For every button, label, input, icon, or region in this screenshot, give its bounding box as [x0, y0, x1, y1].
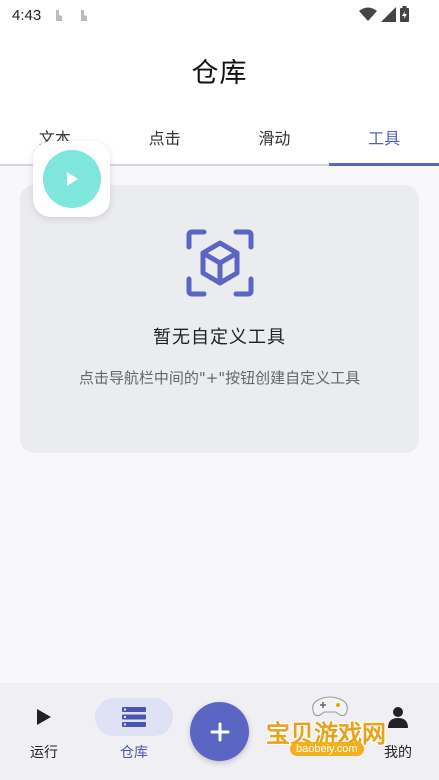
status-bar: 4:43 [0, 0, 439, 30]
notification-icon [81, 9, 88, 21]
nav-label: 仓库 [120, 745, 148, 761]
status-time: 4:43 [12, 6, 42, 24]
nav-icon-container [95, 698, 173, 736]
cube-scan-icon [186, 229, 253, 297]
floating-play-button[interactable] [33, 141, 110, 217]
notification-icons [53, 9, 89, 22]
nav-item-mine[interactable]: 我的 [354, 683, 439, 780]
tab-swipe[interactable]: 滑动 [220, 110, 330, 164]
wifi-icon [359, 7, 377, 21]
person-icon [388, 707, 408, 728]
list-icon [122, 707, 146, 727]
play-circle [42, 150, 101, 208]
play-icon [66, 172, 78, 186]
tab-label: 点击 [148, 129, 181, 148]
plus-icon [210, 722, 229, 741]
header: 仓库 [0, 30, 439, 110]
tab-label: 滑动 [258, 129, 291, 148]
nav-item-run[interactable]: 运行 [0, 683, 88, 780]
tab-label: 工具 [368, 129, 401, 148]
nav-icon-container [359, 698, 437, 736]
tab-tools[interactable]: 工具 [329, 110, 439, 166]
tab-click[interactable]: 点击 [110, 110, 220, 164]
signal-icon [381, 6, 396, 22]
empty-state-title: 暂无自定义工具 [153, 327, 286, 348]
nav-label: 我的 [384, 745, 412, 761]
notification-icon [56, 9, 63, 21]
nav-label: 运行 [30, 745, 58, 761]
add-tool-button[interactable] [190, 702, 249, 761]
nav-item-repository[interactable]: 仓库 [90, 683, 178, 780]
empty-state-card: 暂无自定义工具 点击导航栏中间的"+"按钮创建自定义工具 [20, 185, 419, 453]
nav-icon-container [5, 698, 83, 736]
status-right [359, 6, 409, 22]
empty-state-subtitle: 点击导航栏中间的"+"按钮创建自定义工具 [78, 369, 361, 387]
battery-icon [400, 6, 409, 22]
page-title: 仓库 [191, 57, 248, 89]
play-icon [37, 709, 51, 725]
